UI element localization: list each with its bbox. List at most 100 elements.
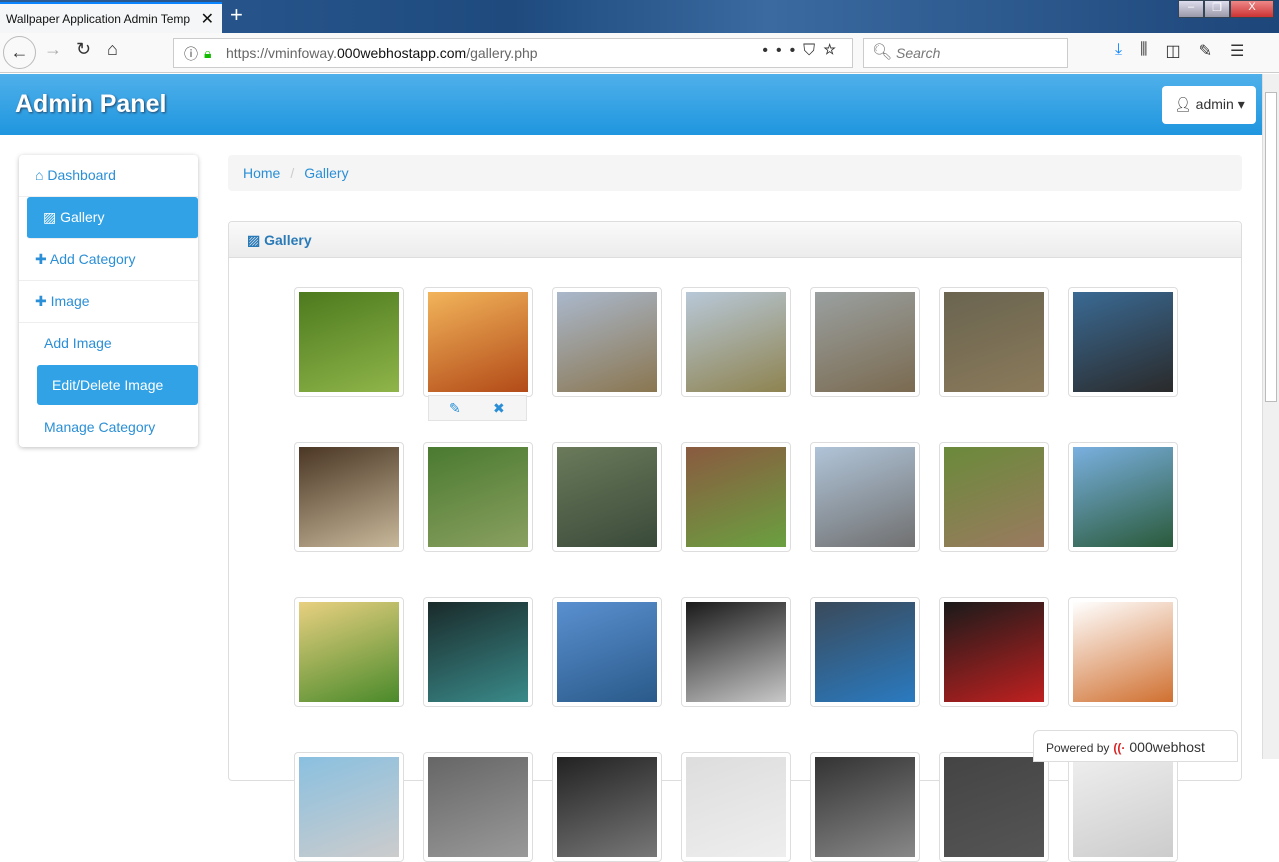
- thumbnail-image: [428, 602, 528, 702]
- thumbnail-image: [299, 447, 399, 547]
- gallery-thumbnail[interactable]: [681, 442, 791, 552]
- thumbnail-image: [686, 292, 786, 392]
- pocket-icon[interactable]: ⛉: [803, 42, 823, 59]
- sidebar-sub-add-image[interactable]: Add Image: [44, 335, 112, 351]
- user-dropdown[interactable]: 👤︎ admin ▾: [1162, 86, 1256, 124]
- info-icon[interactable]: ⓘ: [184, 44, 198, 64]
- search-input[interactable]: 🔍︎ Search: [863, 38, 1068, 68]
- more-icon[interactable]: •••: [762, 42, 803, 59]
- edit-icon[interactable]: ✎: [449, 400, 461, 417]
- 000webhost-logo-icon: ((·: [1113, 741, 1126, 755]
- library-icon[interactable]: ⫼: [1140, 41, 1147, 61]
- breadcrumb-home[interactable]: Home: [243, 165, 280, 181]
- gallery-thumbnail[interactable]: [681, 597, 791, 707]
- sidebar-sub-edit-delete-image[interactable]: Edit/Delete Image: [37, 365, 198, 405]
- user-name: admin: [1195, 96, 1234, 112]
- thumbnail-image: [428, 292, 528, 392]
- eyedropper-icon[interactable]: ✎: [1199, 41, 1212, 61]
- breadcrumb-gallery[interactable]: Gallery: [304, 165, 348, 181]
- thumbnail-image: [944, 602, 1044, 702]
- forward-icon[interactable]: →: [44, 39, 62, 60]
- gallery-thumbnail[interactable]: [423, 442, 533, 552]
- thumbnail-image: [686, 602, 786, 702]
- thumbnail-image: [1073, 757, 1173, 857]
- sidebar-item-add-category[interactable]: ✚ Add Category: [19, 239, 198, 281]
- breadcrumb: Home / Gallery: [228, 155, 1242, 191]
- image-actions: ✎ ✖: [428, 395, 527, 421]
- thumbnail-image: [557, 292, 657, 392]
- sidebar-item-label: Gallery: [60, 209, 105, 225]
- new-tab-icon[interactable]: +: [230, 2, 243, 28]
- picture-icon: ▨: [43, 209, 57, 225]
- thumbnail-image: [1073, 602, 1173, 702]
- gallery-thumbnail[interactable]: [294, 287, 404, 397]
- scrollbar[interactable]: [1262, 74, 1279, 759]
- thumbnail-image: [944, 447, 1044, 547]
- browser-toolbar: ← → ↻ ⌂ ⓘ 🔒︎ https://vminfoway.000webhost…: [0, 33, 1279, 73]
- user-icon: 👤︎: [1174, 96, 1192, 112]
- panel-title: Gallery: [264, 232, 312, 248]
- gallery-thumbnail[interactable]: [294, 597, 404, 707]
- back-icon[interactable]: ←: [3, 36, 36, 69]
- thumbnail-image: [557, 757, 657, 857]
- gallery-thumbnail[interactable]: [939, 442, 1049, 552]
- sidebar-sub-manage-category[interactable]: Manage Category: [44, 419, 155, 435]
- gallery-thumbnail[interactable]: [939, 287, 1049, 397]
- thumbnail-image: [428, 447, 528, 547]
- gallery-thumbnail[interactable]: [939, 597, 1049, 707]
- gallery-thumbnail[interactable]: [294, 752, 404, 862]
- gallery-thumbnail[interactable]: [552, 597, 662, 707]
- gallery-thumbnail[interactable]: [423, 597, 533, 707]
- close-tab-icon[interactable]: ✕: [201, 9, 214, 29]
- home-icon: ⌂: [35, 167, 44, 183]
- brand-title: Admin Panel: [15, 90, 167, 118]
- gallery-thumbnail[interactable]: [810, 287, 920, 397]
- gallery-thumbnail[interactable]: [810, 597, 920, 707]
- sidebar-item-label: Dashboard: [47, 167, 116, 183]
- gallery-thumbnail[interactable]: [294, 442, 404, 552]
- thumbnail-image: [944, 757, 1044, 857]
- browser-tab[interactable]: Wallpaper Application Admin Temp ✕: [0, 2, 222, 33]
- powered-by-badge[interactable]: Powered by ((· 000webhost: [1033, 730, 1238, 762]
- thumbnail-image: [299, 292, 399, 392]
- gallery-thumbnail[interactable]: [552, 442, 662, 552]
- panel-heading: ▨ Gallery: [229, 222, 1241, 258]
- download-icon[interactable]: ⤓: [1115, 41, 1122, 61]
- thumbnail-image: [686, 447, 786, 547]
- lock-icon: 🔒︎: [204, 45, 212, 61]
- menu-icon[interactable]: ☰: [1230, 41, 1244, 61]
- url-path: /gallery.php: [466, 45, 538, 61]
- sidebar-icon[interactable]: ◫: [1165, 41, 1180, 61]
- minimize-icon[interactable]: –: [1178, 0, 1204, 18]
- thumbnail-image: [1073, 447, 1173, 547]
- sidebar-item-dashboard[interactable]: ⌂ Dashboard: [19, 155, 198, 197]
- url-bar[interactable]: ⓘ 🔒︎ https://vminfoway.000webhostapp.com/…: [173, 38, 853, 68]
- reload-icon[interactable]: ↻: [76, 39, 91, 60]
- gallery-thumbnail[interactable]: [552, 287, 662, 397]
- gallery-thumbnail[interactable]: [939, 752, 1049, 862]
- gallery-thumbnail[interactable]: [681, 287, 791, 397]
- gallery-thumbnail[interactable]: [1068, 597, 1178, 707]
- gallery-thumbnail[interactable]: [810, 442, 920, 552]
- caret-down-icon: ▾: [1237, 96, 1245, 112]
- restore-icon[interactable]: ❐: [1204, 0, 1230, 18]
- sidebar-item-gallery[interactable]: ▨ Gallery: [27, 197, 198, 239]
- gallery-thumbnail[interactable]: [1068, 752, 1178, 862]
- gallery-thumbnail[interactable]: [552, 752, 662, 862]
- close-window-icon[interactable]: X: [1230, 0, 1274, 18]
- scrollbar-thumb[interactable]: [1265, 92, 1277, 402]
- delete-icon[interactable]: ✖: [493, 400, 505, 417]
- home-icon[interactable]: ⌂: [107, 39, 118, 60]
- bookmark-star-icon[interactable]: ☆: [823, 42, 844, 59]
- gallery-thumbnail[interactable]: [423, 752, 533, 862]
- gallery-thumbnail[interactable]: [1068, 287, 1178, 397]
- sidebar-item-label: Image: [50, 293, 90, 309]
- gallery-thumbnail[interactable]: [1068, 442, 1178, 552]
- gallery-thumbnail[interactable]: [423, 287, 533, 397]
- search-placeholder: Search: [896, 45, 941, 61]
- thumbnail-image: [557, 447, 657, 547]
- gallery-thumbnail[interactable]: [810, 752, 920, 862]
- sidebar-item-image[interactable]: ✚ Image: [19, 281, 198, 323]
- gallery-thumbnail[interactable]: [681, 752, 791, 862]
- sidebar-item-label: Add Category: [49, 251, 136, 267]
